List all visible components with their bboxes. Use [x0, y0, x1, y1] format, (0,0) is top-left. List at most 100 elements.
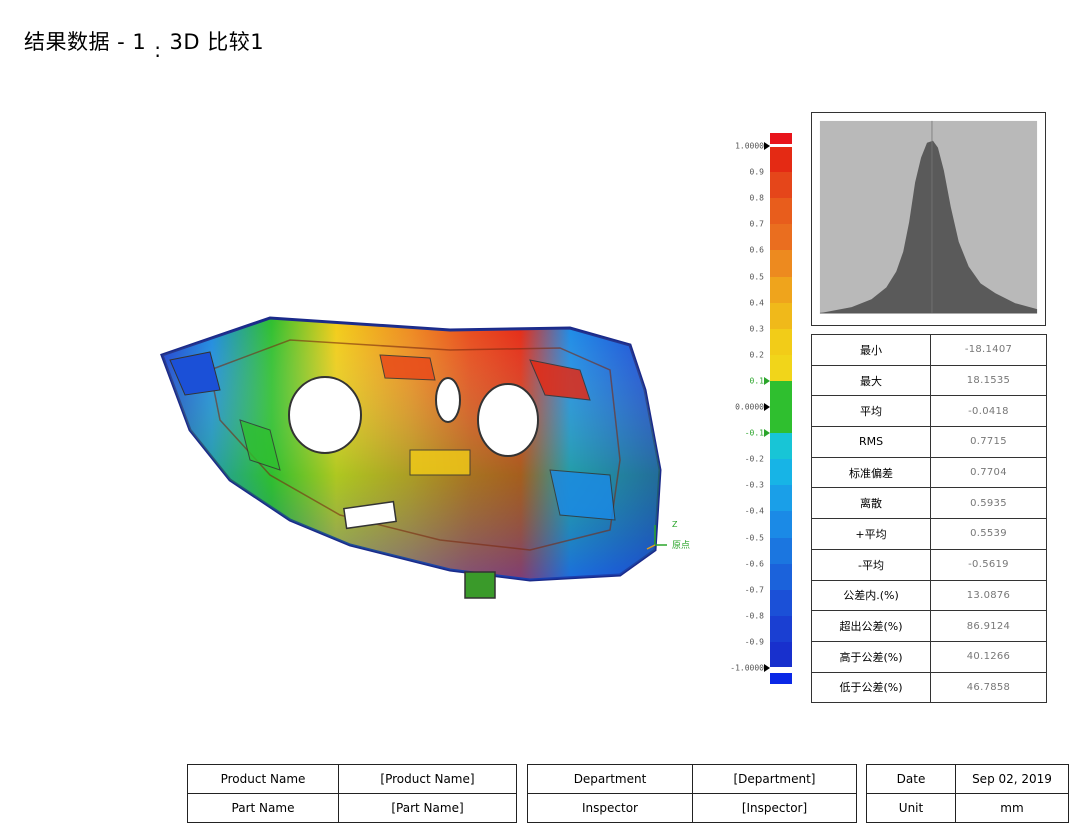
- title-subtitle: 3D 比较1: [169, 30, 265, 54]
- stats-label: 公差内.(%): [811, 579, 931, 612]
- stats-value: 0.5935: [930, 487, 1047, 520]
- date-unit-table: Date Sep 02, 2019 Unit mm: [866, 764, 1069, 823]
- stats-row: 超出公差(%) 86.9124: [811, 610, 1047, 642]
- stats-label: -平均: [811, 548, 931, 581]
- legend-tick-arrow: [764, 376, 770, 385]
- stats-value: 0.7704: [930, 456, 1047, 489]
- department-label: Department: [527, 764, 693, 794]
- legend-limit-line: [770, 145, 792, 147]
- title-text: 结果数据 - 1: [24, 30, 147, 54]
- part-hole-right: [477, 383, 539, 457]
- legend-band: [770, 563, 792, 591]
- legend-tick-label: -0.7: [744, 585, 764, 595]
- deviation-histogram: [811, 112, 1046, 326]
- stats-row: -平均 -0.5619: [811, 548, 1047, 581]
- stats-value: 13.0876: [930, 579, 1047, 612]
- stats-row: 公差内.(%) 13.0876: [811, 579, 1047, 612]
- part-hole-mid: [435, 377, 461, 423]
- stats-label: 低于公差(%): [811, 671, 931, 704]
- 3d-part-view[interactable]: Z 原点: [150, 300, 710, 610]
- legend-band: [770, 641, 792, 669]
- legend-band: [770, 302, 792, 330]
- stats-label: 最大: [811, 364, 931, 397]
- legend-tick-label: -0.8: [744, 611, 764, 621]
- stats-row: 离散 0.5935: [811, 487, 1047, 520]
- part-tab: [464, 571, 496, 599]
- inspector-label: Inspector: [527, 793, 693, 823]
- legend-tick-label: 0.2: [749, 350, 764, 360]
- stats-row: 最小 -18.1407: [811, 334, 1047, 366]
- product-name-value: [Product Name]: [338, 764, 517, 794]
- stats-label: 标准偏差: [811, 456, 931, 489]
- legend-tick-label: -0.1: [744, 428, 764, 438]
- legend-tick-label: 0.1: [749, 376, 764, 386]
- stats-row: 最大 18.1535: [811, 364, 1047, 397]
- stats-row: 高于公差(%) 40.1266: [811, 640, 1047, 673]
- legend-tick-label: -0.9: [744, 637, 764, 647]
- inspector-value: [Inspector]: [692, 793, 857, 823]
- legend-tick-label: 0.7: [749, 219, 764, 229]
- legend-tick-label: 0.9: [749, 167, 764, 177]
- unit-value: mm: [955, 793, 1069, 823]
- color-legend: 1.0000 0.9 0.8 0.7 0.6 0.5 0.4 0.3 0.2 0.1 0.0000 -…: [720, 130, 805, 690]
- stats-value: -0.5619: [930, 548, 1047, 581]
- legend-band: [770, 276, 792, 304]
- stats-table: 最小 -18.1407 最大 18.1535 平均 -0.0418 RMS 0.7715 标准偏…: [811, 334, 1047, 704]
- legend-band: [770, 328, 792, 356]
- part-detail-4: [549, 469, 616, 521]
- legend-band: [770, 380, 792, 408]
- legend-tick-label: 0.6: [749, 245, 764, 255]
- stats-label: 高于公差(%): [811, 640, 931, 673]
- legend-tick-label: -0.2: [744, 454, 764, 464]
- stats-row: 平均 -0.0418: [811, 395, 1047, 428]
- legend-band: [770, 615, 792, 643]
- date-label: Date: [866, 764, 956, 794]
- legend-band: [770, 224, 792, 251]
- stats-value: -0.0418: [930, 395, 1047, 428]
- legend-band: [770, 537, 792, 565]
- stats-value: 46.7858: [930, 671, 1047, 704]
- legend-band: [770, 172, 792, 199]
- department-info-table: Department [Department] Inspector [Inspe…: [527, 764, 857, 823]
- legend-band: [770, 146, 792, 173]
- part-hole-left: [288, 376, 362, 454]
- stats-row: +平均 0.5539: [811, 518, 1047, 550]
- stats-value: 18.1535: [930, 364, 1047, 397]
- part-detail-3: [379, 354, 436, 381]
- legend-tick-label: -0.4: [744, 506, 764, 516]
- stats-value: 86.9124: [930, 610, 1047, 642]
- legend-band: [770, 589, 792, 617]
- legend-tick-label: 0.3: [749, 324, 764, 334]
- legend-tick-label: 0.8: [749, 193, 764, 203]
- stats-value: 0.7715: [930, 426, 1047, 458]
- stats-label: +平均: [811, 518, 931, 550]
- stats-row: RMS 0.7715: [811, 426, 1047, 458]
- stats-label: RMS: [811, 426, 931, 458]
- legend-band: [770, 250, 792, 277]
- product-name-label: Product Name: [187, 764, 339, 794]
- stats-row: 标准偏差 0.7704: [811, 456, 1047, 489]
- part-name-value: [Part Name]: [338, 793, 517, 823]
- stats-label: 最小: [811, 334, 931, 366]
- part-detail-5: [409, 449, 471, 476]
- legend-tick-arrow: [764, 403, 770, 411]
- department-value: [Department]: [692, 764, 857, 794]
- histogram-chart: [819, 120, 1038, 314]
- legend-cap-low: [770, 673, 792, 684]
- legend-tick-label: 0.4: [749, 298, 764, 308]
- legend-tick-label: 1.0000: [735, 141, 764, 151]
- legend-band: [770, 485, 792, 512]
- date-value: Sep 02, 2019: [955, 764, 1069, 794]
- 3d-part-render: [160, 316, 667, 599]
- legend-band: [770, 354, 792, 382]
- stats-label: 平均: [811, 395, 931, 428]
- legend-limit-line: [770, 667, 792, 669]
- stats-row: 低于公差(%) 46.7858: [811, 671, 1047, 704]
- legend-band: [770, 433, 792, 460]
- legend-cap-high: [770, 133, 792, 144]
- axis-origin-label: 原点: [672, 541, 691, 551]
- stats-value: 0.5539: [930, 518, 1047, 550]
- legend-tick-label: 0.0000: [735, 402, 764, 412]
- product-info-table: Product Name [Product Name] Part Name [P…: [187, 764, 517, 823]
- legend-band: [770, 511, 792, 538]
